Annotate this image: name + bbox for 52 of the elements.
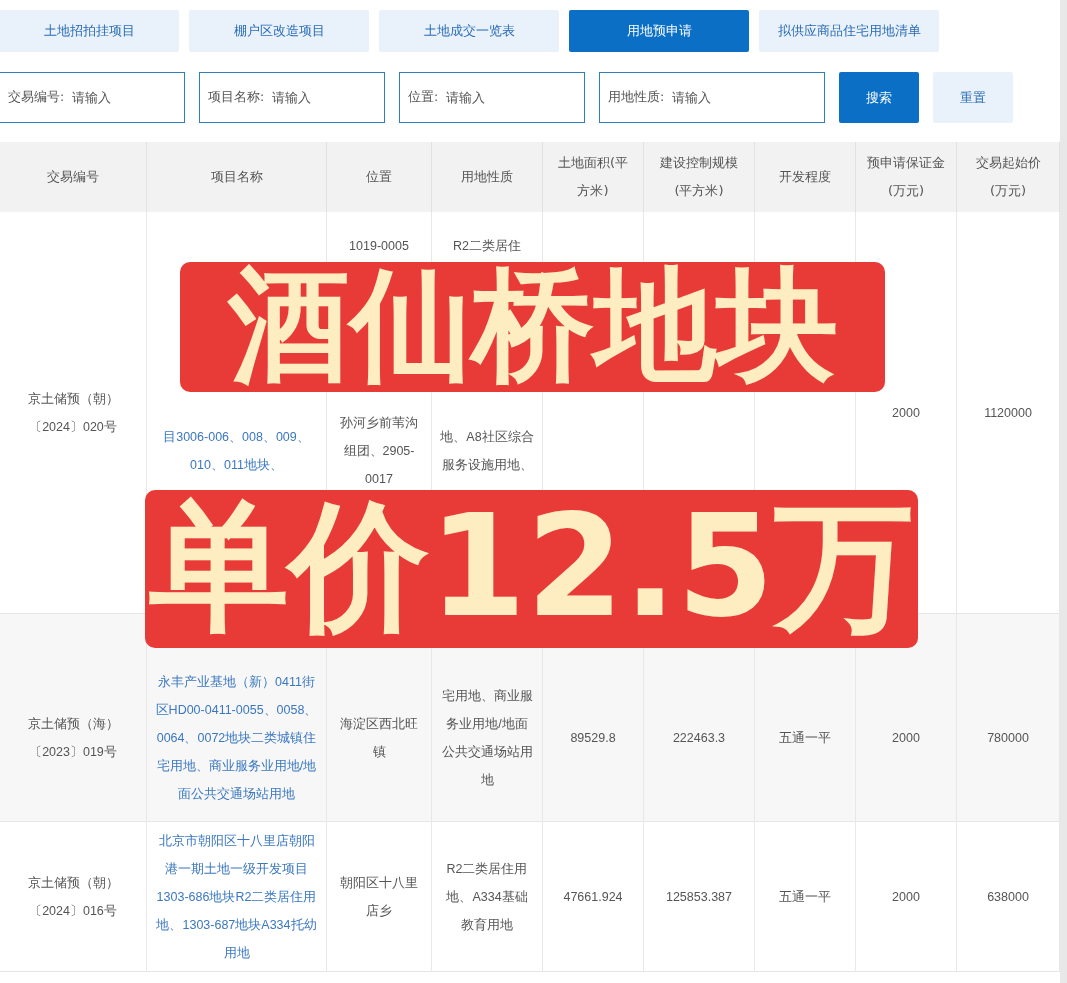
table-cell-text: 五通一平 <box>779 888 831 906</box>
overlay-banner: 酒仙桥地块 <box>180 262 885 392</box>
field-label: 用地性质: <box>608 89 665 106</box>
nav-tab[interactable]: 用地预申请 <box>569 10 749 52</box>
nav-tab[interactable]: 拟供应商品住宅用地清单 <box>759 10 939 52</box>
reset-button[interactable]: 重置 <box>933 72 1013 123</box>
table-cell-text: 2000 <box>892 729 920 747</box>
scrollbar[interactable] <box>1060 0 1067 983</box>
column-header: 建设控制规模(平方米) <box>644 142 755 212</box>
table-cell-text: 京土储预（朝）〔2024〕016号 <box>26 874 120 920</box>
table-cell-text: 1019-0005 <box>349 238 409 255</box>
search-input[interactable]: 请输入 <box>70 89 155 106</box>
table-cell-text: 1120000 <box>984 404 1032 422</box>
project-name-link[interactable]: 目3006-006、008、009、010、011地块、 <box>155 423 318 479</box>
column-header: 交易编号 <box>0 142 147 212</box>
field-label: 项目名称: <box>208 89 265 106</box>
table-cell-text: 朝阳区十八里店乡 <box>339 874 419 920</box>
table-cell-text: R2二类居住 <box>453 238 521 255</box>
overlay-banner: 单价12.5万 <box>145 490 918 648</box>
table-cell-text: 地、A8社区综合服务设施用地、 <box>440 429 534 474</box>
column-header: 预申请保证金(万元) <box>856 142 957 212</box>
table-cell-text: 638000 <box>987 888 1029 906</box>
nav-tab[interactable]: 土地招拍挂项目 <box>0 10 179 52</box>
column-header: 项目名称 <box>147 142 327 212</box>
table-cell-text: 海淀区西北旺镇 <box>339 715 419 761</box>
table-cell-text: 2000 <box>892 888 920 906</box>
search-input[interactable]: 请输入 <box>670 89 755 106</box>
table-cell-text: 125853.387 <box>665 888 732 906</box>
column-header: 交易起始价(万元) <box>957 142 1060 212</box>
table-cell-text: 47661.924 <box>563 888 623 906</box>
column-header: 土地面积(平方米) <box>543 142 644 212</box>
table-cell-text: 五通一平 <box>779 729 831 747</box>
field-label: 位置: <box>408 89 439 106</box>
column-header: 开发程度 <box>755 142 856 212</box>
table-cell-text: 京土储预（海）〔2023〕019号 <box>26 715 120 761</box>
table-cell-text: 宅用地、商业服务业用地/地面公共交通场站用地 <box>440 687 534 789</box>
project-name-link[interactable]: 北京市朝阳区十八里店朝阳港一期土地一级开发项目1303-686地块R2二类居住用地、1303-687地块A334托幼用地 <box>155 826 318 967</box>
search-button[interactable]: 搜索 <box>839 72 919 123</box>
search-input[interactable]: 请输入 <box>270 89 355 106</box>
table-cell-text: 222463.3 <box>672 729 726 747</box>
table-cell-text: 京土储预（朝）〔2024〕020号 <box>26 390 120 436</box>
field-label: 交易编号: <box>8 89 65 106</box>
table-cell-text: 780000 <box>987 729 1029 747</box>
nav-tab[interactable]: 土地成交一览表 <box>379 10 559 52</box>
nav-tab[interactable]: 棚户区改造项目 <box>189 10 369 52</box>
table-cell-text: 89529.8 <box>570 729 616 747</box>
table-cell-text: R2二类居住用地、A334基础教育用地 <box>445 860 529 934</box>
table-cell-text: 2000 <box>892 404 920 422</box>
search-input[interactable]: 请输入 <box>444 89 529 106</box>
column-header: 用地性质 <box>432 142 543 212</box>
table-cell-text: 孙河乡前苇沟组团、2905-0017 <box>339 415 419 488</box>
column-header: 位置 <box>327 142 432 212</box>
